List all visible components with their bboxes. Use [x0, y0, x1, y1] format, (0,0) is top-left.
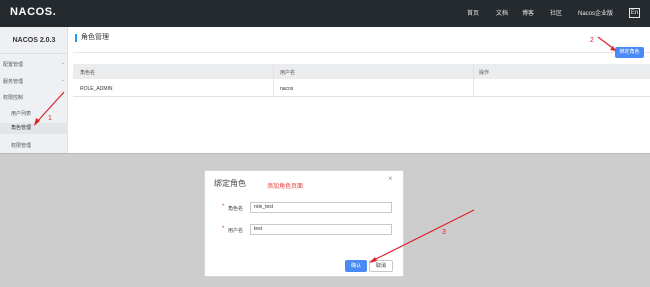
- sidebar-item-user-list[interactable]: 用户列表: [11, 110, 31, 117]
- nav-community-link[interactable]: 社区: [550, 8, 562, 17]
- close-icon[interactable]: ×: [388, 174, 393, 183]
- sidebar-divider: [0, 53, 68, 54]
- sidebar-item-permission-management[interactable]: 权限管理: [11, 142, 31, 149]
- top-nav-bar: NACOS. 首页 文档 博客 社区 Nacos企业版 En: [0, 0, 650, 27]
- chevron-down-icon: ⌄: [61, 60, 66, 66]
- sidebar-item-service-management[interactable]: 服务管理: [3, 78, 23, 85]
- nacos-logo[interactable]: NACOS.: [10, 6, 56, 18]
- language-toggle-button[interactable]: En: [629, 8, 640, 18]
- confirm-button[interactable]: 确认: [345, 260, 367, 272]
- dialog-annotation-note: 添加角色页面: [267, 184, 304, 190]
- column-header-actions: 操作: [479, 70, 490, 76]
- table-header: 角色名 用户名 操作: [73, 64, 650, 79]
- username-label: 用户名: [228, 228, 244, 234]
- sidebar: NACOS 2.0.3: [0, 27, 68, 153]
- username-cell: nacos: [280, 86, 294, 92]
- sidebar-item-role-management[interactable]: 角色管理: [0, 123, 68, 134]
- nav-blog-link[interactable]: 博客: [522, 8, 534, 17]
- nav-home-link[interactable]: 首页: [467, 8, 479, 17]
- sidebar-item-access-control[interactable]: 权限控制: [3, 94, 23, 101]
- column-separator: [473, 64, 474, 97]
- required-marker: *: [222, 226, 225, 232]
- annotation-number-2: 2: [590, 37, 594, 44]
- role-name-label: 角色名: [228, 206, 244, 212]
- annotation-number-3: 3: [442, 229, 446, 236]
- column-header-role: 角色名: [80, 70, 96, 76]
- annotation-number-1: 1: [48, 115, 52, 122]
- table-row: ROLE_ADMIN nacos: [73, 79, 650, 97]
- sidebar-item-config-management[interactable]: 配置管理: [3, 61, 23, 68]
- nav-enterprise-link[interactable]: Nacos企业版: [578, 8, 613, 17]
- chevron-up-icon: ⌃: [61, 93, 66, 99]
- page-title: 角色管理: [75, 34, 109, 42]
- role-name-cell: ROLE_ADMIN: [80, 86, 113, 92]
- column-separator: [273, 64, 274, 97]
- dialog-title: 绑定角色: [214, 179, 246, 188]
- column-header-user: 用户名: [280, 70, 296, 76]
- username-input[interactable]: test: [250, 224, 392, 235]
- title-divider: [73, 52, 650, 53]
- chevron-down-icon: ⌄: [61, 77, 66, 83]
- bind-role-button[interactable]: 绑定角色: [615, 47, 644, 58]
- version-label: NACOS 2.0.3: [12, 37, 56, 44]
- cancel-button[interactable]: 取消: [369, 260, 393, 272]
- nav-docs-link[interactable]: 文档: [496, 8, 508, 17]
- required-marker: *: [222, 204, 225, 210]
- role-name-input[interactable]: role_test: [250, 202, 392, 213]
